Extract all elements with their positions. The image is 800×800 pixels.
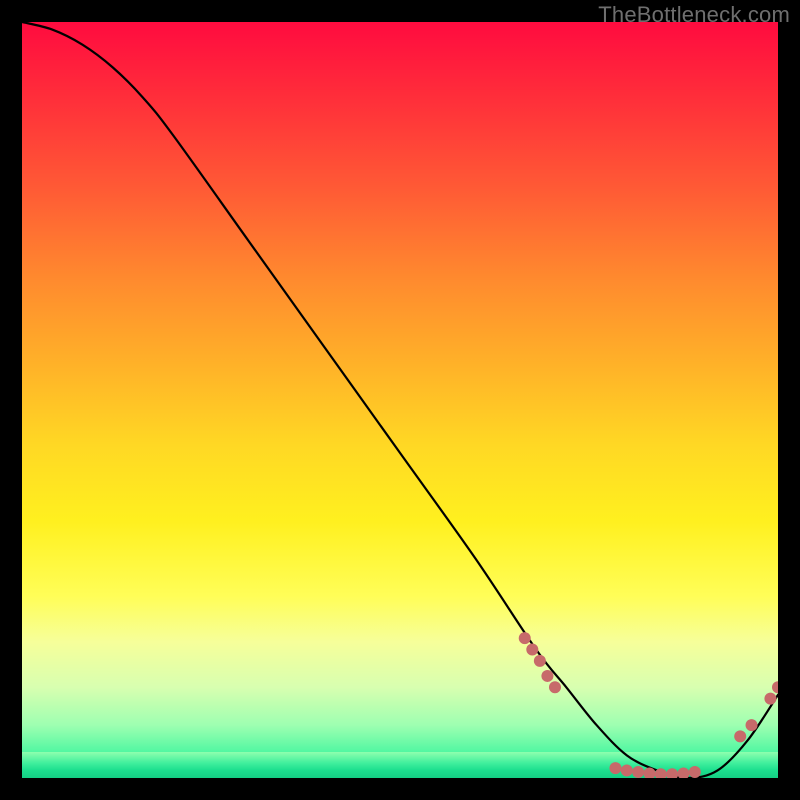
data-marker [541, 670, 553, 682]
data-marker [526, 643, 538, 655]
data-marker [534, 655, 546, 667]
data-marker [519, 632, 531, 644]
data-marker [746, 719, 758, 731]
data-marker [734, 730, 746, 742]
chart-stage: TheBottleneck.com [0, 0, 800, 800]
data-marker [632, 766, 644, 778]
data-marker [772, 681, 778, 693]
data-marker [689, 766, 701, 778]
data-marker [678, 767, 690, 778]
markers-group [519, 632, 778, 778]
chart-svg [22, 22, 778, 778]
plot-area [22, 22, 778, 778]
data-marker [621, 764, 633, 776]
data-marker [764, 693, 776, 705]
data-marker [549, 681, 561, 693]
data-marker [666, 768, 678, 778]
data-marker [609, 762, 621, 774]
curve-path [22, 22, 778, 778]
